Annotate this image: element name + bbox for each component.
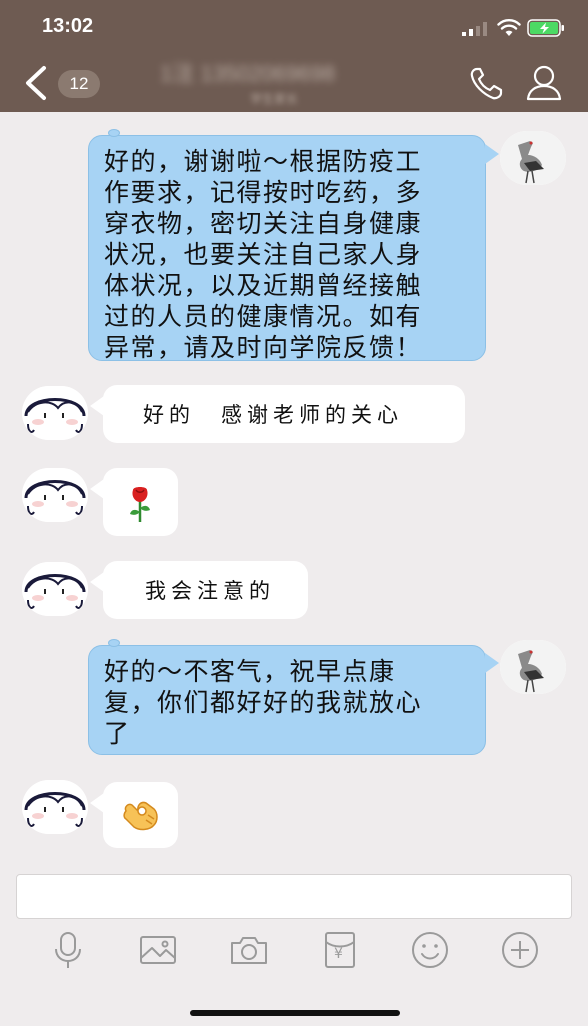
- yuan-symbol: ¥: [334, 946, 343, 962]
- message-text: 好的～不客气，祝早点康 复，你们都好好的我就放心 了: [104, 657, 423, 748]
- microphone-icon[interactable]: [48, 930, 88, 970]
- bubble-tail: [90, 479, 104, 499]
- contact-subtitle: 学生家长: [250, 92, 299, 104]
- bubble-tail: [90, 572, 104, 592]
- camera-icon[interactable]: [229, 930, 269, 970]
- bubble-tail: [485, 653, 499, 673]
- unread-count-badge[interactable]: 12: [58, 70, 100, 98]
- rose-icon: [130, 487, 150, 522]
- student-avatar[interactable]: [22, 386, 88, 440]
- student-avatar[interactable]: [22, 468, 88, 522]
- image-icon[interactable]: [138, 930, 178, 970]
- student-avatar[interactable]: [22, 780, 88, 834]
- bubble-dot: [108, 129, 120, 137]
- crane-bird-icon: [500, 131, 566, 185]
- home-indicator[interactable]: [190, 1010, 400, 1016]
- phone-call-button[interactable]: [468, 66, 508, 102]
- cartoon-face-icon: [22, 562, 88, 616]
- red-packet-icon[interactable]: ¥: [320, 930, 360, 970]
- cellular-signal-icon: [462, 22, 487, 36]
- navigation-bar: 13:02 12 1注 13502069698 学生家长: [0, 0, 588, 112]
- contact-profile-button[interactable]: [524, 64, 564, 102]
- message-input[interactable]: [16, 874, 572, 919]
- message-text: 好的 感谢老师的关心: [143, 403, 403, 427]
- back-button[interactable]: [20, 64, 54, 102]
- bubble-tail: [90, 793, 104, 813]
- status-time: 13:02: [42, 15, 94, 37]
- crane-bird-icon: [500, 640, 566, 694]
- teacher-avatar[interactable]: [500, 131, 566, 185]
- battery-charging-icon: [527, 19, 564, 37]
- student-avatar[interactable]: [22, 562, 88, 616]
- message-text: 我会注意的: [145, 579, 275, 603]
- cartoon-face-icon: [22, 468, 88, 522]
- bubble-tail: [485, 144, 499, 164]
- emoji-icon[interactable]: [410, 930, 450, 970]
- plus-icon[interactable]: [500, 930, 540, 970]
- message-text: 好的，谢谢啦～根据防疫工 作要求，记得按时吃药，多 穿衣物，密切关注自身健康 状…: [104, 147, 423, 362]
- wifi-icon: [497, 19, 521, 36]
- bubble-tail: [90, 396, 104, 416]
- cartoon-face-icon: [22, 780, 88, 834]
- cartoon-face-icon: [22, 386, 88, 440]
- ok-hand-icon: [123, 801, 158, 831]
- bubble-dot: [108, 639, 120, 647]
- teacher-avatar[interactable]: [500, 640, 566, 694]
